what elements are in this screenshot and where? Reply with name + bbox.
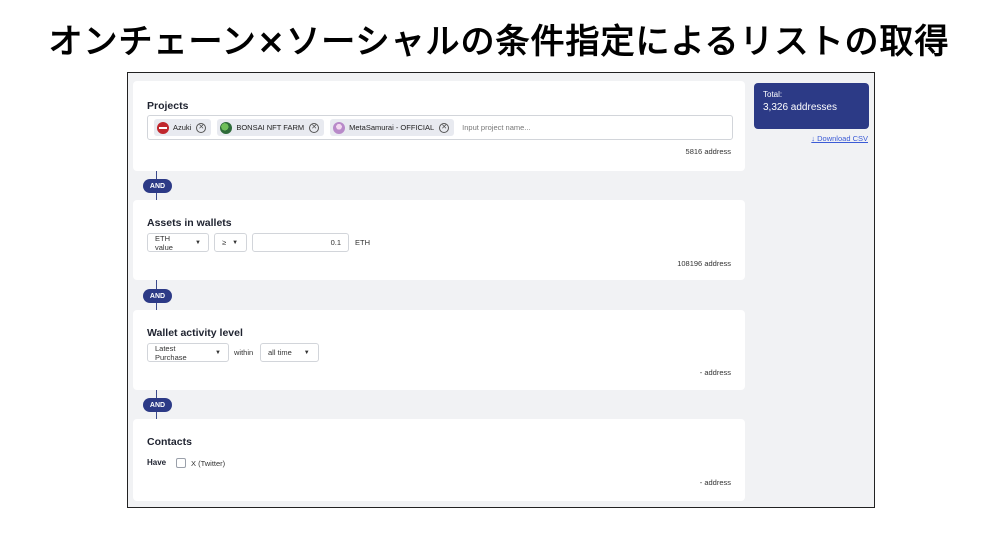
- slide-heading: オンチェーン×ソーシャルの条件指定によるリストの取得: [48, 22, 950, 62]
- project-selector[interactable]: Azuki ✕ BONSAI NFT FARM ✕ MetaSamurai - …: [147, 115, 733, 140]
- caret-down-icon: ▼: [215, 349, 221, 356]
- activity-title: Wallet activity level: [147, 327, 243, 339]
- activity-card: Wallet activity level Latest Purchase ▼ …: [133, 310, 745, 390]
- twitter-checkbox[interactable]: [176, 458, 186, 468]
- remove-chip-icon[interactable]: ✕: [439, 122, 450, 133]
- total-summary-box: Total: 3,326 addresses: [754, 83, 869, 129]
- contacts-card: Contacts Have X (Twitter) - address: [133, 419, 745, 501]
- period-select[interactable]: all time ▼: [260, 343, 319, 362]
- operator-value: ≥: [222, 238, 227, 247]
- and-operator-badge[interactable]: AND: [143, 289, 172, 303]
- asset-type-select[interactable]: ETH value ▼: [147, 233, 209, 252]
- caret-down-icon: ▼: [232, 239, 239, 246]
- chip-label: Azuki: [173, 123, 192, 132]
- and-operator-badge[interactable]: AND: [143, 179, 172, 193]
- caret-down-icon: ▼: [303, 349, 310, 356]
- have-label: Have: [147, 458, 167, 467]
- assets-address-count: 108196 address: [677, 259, 731, 268]
- projects-card: Projects Azuki ✕ BONSAI NFT FARM ✕ MetaS…: [133, 81, 745, 171]
- within-label: within: [234, 348, 254, 357]
- metasamurai-logo-icon: [333, 121, 346, 134]
- remove-chip-icon[interactable]: ✕: [309, 122, 320, 133]
- activity-address-count: - address: [699, 368, 731, 377]
- project-chip-metasamurai: MetaSamurai - OFFICIAL ✕: [330, 119, 455, 136]
- bonsai-logo-icon: [220, 121, 233, 134]
- projects-title: Projects: [147, 100, 189, 112]
- twitter-option-label: X (Twitter): [191, 459, 226, 468]
- contacts-address-count: - address: [699, 478, 731, 487]
- caret-down-icon: ▼: [195, 239, 201, 246]
- assets-title: Assets in wallets: [147, 217, 232, 229]
- remove-chip-icon[interactable]: ✕: [196, 122, 207, 133]
- eth-unit-label: ETH: [355, 238, 370, 247]
- total-value: 3,326 addresses: [763, 102, 837, 113]
- azuki-logo-icon: [157, 121, 169, 134]
- asset-type-value: ETH value: [155, 233, 173, 252]
- download-csv-link[interactable]: ↓ Download CSV: [811, 134, 868, 143]
- projects-address-count: 5816 address: [685, 147, 731, 156]
- app-window: Projects Azuki ✕ BONSAI NFT FARM ✕ MetaS…: [127, 72, 875, 508]
- period-value: all time: [268, 348, 292, 357]
- operator-select[interactable]: ≥ ▼: [214, 233, 247, 252]
- and-operator-badge[interactable]: AND: [143, 398, 172, 412]
- total-label: Total:: [763, 90, 783, 99]
- eth-amount-value: 0.1: [330, 238, 341, 247]
- project-chip-azuki: Azuki ✕: [154, 119, 212, 136]
- chip-label: BONSAI NFT FARM: [236, 123, 305, 132]
- chip-label: MetaSamurai - OFFICIAL: [349, 123, 435, 132]
- eth-amount-input[interactable]: 0.1: [252, 233, 349, 252]
- activity-type-select[interactable]: Latest Purchase ▼: [147, 343, 229, 362]
- contacts-title: Contacts: [147, 436, 192, 448]
- activity-type-value: Latest Purchase: [155, 343, 187, 362]
- assets-card: Assets in wallets ETH value ▼ ≥ ▼ 0.1 ET…: [133, 200, 745, 280]
- project-search-placeholder[interactable]: Input project name...: [462, 123, 530, 132]
- project-chip-bonsai: BONSAI NFT FARM ✕: [217, 119, 325, 136]
